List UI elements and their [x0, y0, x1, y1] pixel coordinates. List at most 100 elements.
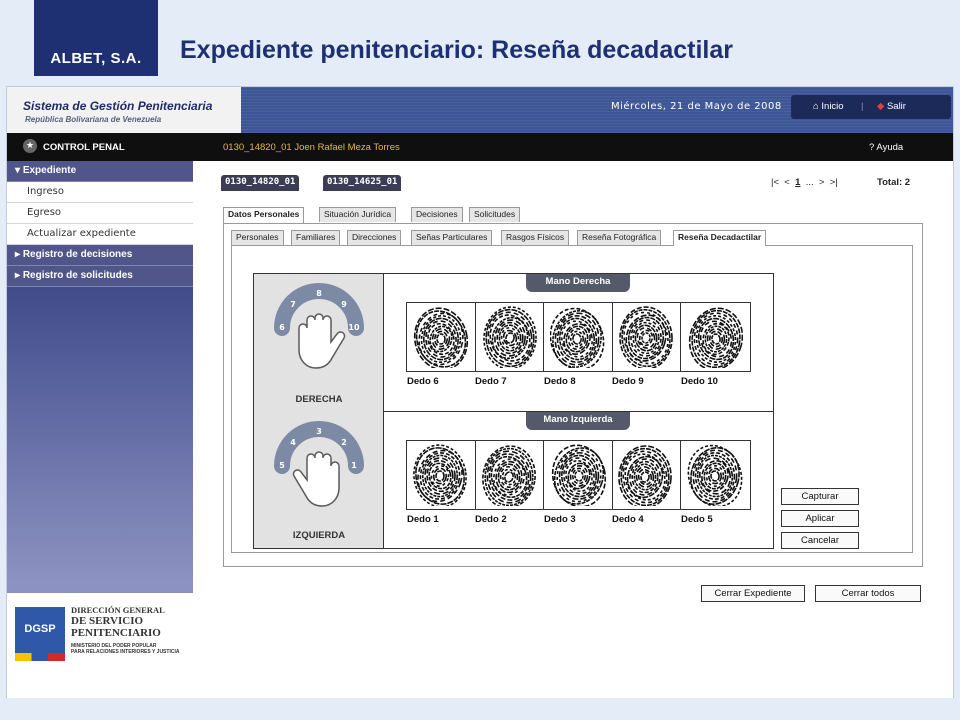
brand-logo: ALBET, S.A.: [34, 0, 158, 76]
subtab-rasgos-fisicos[interactable]: Rasgos Físicos: [501, 230, 570, 245]
sidebar: ▾ Expediente Ingreso Egreso Actualizar e…: [7, 161, 193, 699]
tab-datos-personales[interactable]: Datos Personales: [223, 207, 305, 223]
finger-number: 5: [279, 461, 285, 470]
tab-solicitudes[interactable]: Solicitudes: [469, 207, 521, 222]
finger-number: 6: [279, 323, 285, 332]
sidebar-item-actualizar[interactable]: Actualizar expediente: [7, 224, 193, 245]
subtab-resena-fotografica[interactable]: Reseña Fotográfica: [577, 230, 662, 245]
dgsp-line2: DE SERVICIO: [71, 615, 144, 627]
finger-label: Dedo 9: [612, 376, 644, 387]
dgsp-acronym: DGSP: [24, 623, 56, 635]
fingerprint-cell[interactable]: [407, 303, 476, 371]
subtab-personales[interactable]: Personales: [231, 230, 284, 245]
fingerprint-image: [549, 307, 605, 368]
fingerprint-cell[interactable]: [612, 303, 681, 371]
star-icon: ★: [23, 139, 37, 153]
finger-label: Dedo 6: [407, 376, 439, 387]
slide-footer: [6, 698, 954, 720]
pager-next[interactable]: >: [819, 177, 825, 188]
close-all-button[interactable]: Cerrar todos: [815, 585, 921, 602]
finger-label: Dedo 5: [681, 514, 713, 525]
fingerprint-cell[interactable]: [544, 303, 613, 371]
subtab-senas-particulares[interactable]: Señas Particulares: [411, 230, 493, 245]
tab-situacion-juridica[interactable]: Situación Jurídica: [319, 207, 397, 222]
cancel-button[interactable]: Cancelar: [781, 532, 859, 549]
dgsp-line3: PENITENCIARIO: [71, 627, 161, 639]
sidebar-section-solicitudes[interactable]: ▸ Registro de solicitudes: [7, 266, 193, 287]
finger-number: 9: [341, 300, 347, 309]
sidebar-item-egreso[interactable]: Egreso: [7, 203, 193, 224]
section-label: Registro de solicitudes: [22, 270, 133, 281]
chevron-right-icon: ▸: [15, 249, 21, 260]
exit-link[interactable]: ◆ Salir: [877, 101, 906, 112]
subtab-direcciones[interactable]: Direcciones: [347, 230, 402, 245]
right-hand-title: Mano Derecha: [526, 274, 630, 292]
case-tab-1[interactable]: 0130_14820_01: [221, 175, 300, 191]
home-link[interactable]: ⌂ Inicio: [813, 101, 844, 112]
finger-label: Dedo 1: [407, 514, 439, 525]
hand-column: 6 7 8 9 10 DERECHA 5 4 3 2 1 IZQUIERDA: [254, 274, 384, 548]
close-case-button[interactable]: Cerrar Expediente: [701, 585, 805, 602]
exit-label: Salir: [886, 101, 906, 112]
fingerprint-cell[interactable]: [681, 303, 750, 371]
right-print-strip: [406, 302, 751, 372]
fingerprint-image: [551, 444, 606, 506]
pager-page[interactable]: 1: [795, 177, 800, 188]
date-display: Miércoles, 21 de Mayo de 2008: [611, 101, 782, 112]
dgsp-line5: PARA RELACIONES INTERIORES Y JUSTICIA: [71, 649, 180, 655]
fingerprint-cell[interactable]: [544, 441, 613, 509]
finger-number: 1: [351, 461, 357, 470]
left-hand-title: Mano Izquierda: [526, 412, 630, 430]
capture-button[interactable]: Capturar: [781, 488, 859, 505]
case-header: 0130_14820_01 Joen Rafael Meza Torres: [223, 142, 400, 153]
fingerprint-image: [689, 307, 744, 368]
total-count: Total: 2: [877, 177, 911, 188]
finger-number: 2: [341, 438, 347, 447]
subtab-familiares[interactable]: Familiares: [291, 230, 341, 245]
home-icon: ⌂: [813, 101, 819, 112]
fingerprint-cell[interactable]: [475, 441, 544, 509]
sidebar-section-decisiones[interactable]: ▸ Registro de decisiones: [7, 245, 193, 266]
system-subtitle: República Bolivariana de Venezuela: [25, 115, 162, 124]
finger-number: 10: [348, 323, 360, 332]
left-hand-label: IZQUIERDA: [292, 530, 346, 541]
fingerprint-image: [687, 444, 743, 506]
apply-button[interactable]: Aplicar: [781, 510, 859, 527]
pager-first[interactable]: |<: [771, 177, 779, 188]
fingerprint-image: [618, 445, 673, 506]
tab-decisiones[interactable]: Decisiones: [411, 207, 463, 222]
help-link[interactable]: ? Ayuda: [869, 142, 903, 153]
fingerprint-cell[interactable]: [612, 441, 681, 509]
slide-title: Expediente penitenciario: Reseña decadac…: [180, 36, 733, 64]
sidebar-section-expediente[interactable]: ▾ Expediente: [7, 161, 193, 182]
fingerprint-image: [482, 445, 537, 506]
fingerprint-image: [413, 307, 468, 368]
flag-stripe: [15, 653, 65, 661]
fingerprint-image: [619, 306, 674, 368]
fingerprint-cell[interactable]: [681, 441, 750, 509]
fingerprint-table: 6 7 8 9 10 DERECHA 5 4 3 2 1 IZQUIERDA M…: [253, 273, 774, 549]
fingerprint-cell[interactable]: [407, 441, 476, 509]
help-icon: ?: [869, 142, 875, 153]
case-tab-2[interactable]: 0130_14625_01: [323, 175, 402, 191]
left-print-strip: [406, 440, 751, 510]
system-title: Sistema de Gestión Penitenciaria: [23, 99, 213, 113]
module-title: CONTROL PENAL: [43, 142, 125, 153]
dgsp-logo: DGSP DIRECCIÓN GENERAL DE SERVICIO PENIT…: [7, 593, 193, 699]
top-nav: ⌂ Inicio | ◆ Salir: [791, 95, 951, 119]
exit-icon: ◆: [877, 101, 885, 112]
subtab-resena-decadactilar[interactable]: Reseña Decadactilar: [673, 230, 767, 246]
right-hand-label: DERECHA: [295, 394, 343, 405]
fingerprint-cell[interactable]: [475, 303, 544, 371]
help-label: Ayuda: [876, 142, 904, 153]
pager-last[interactable]: >|: [830, 177, 838, 188]
pager-prev[interactable]: <: [784, 177, 790, 188]
right-hand-icon: 6 7 8 9 10: [274, 283, 364, 369]
pager: |< < 1 ... > >|: [771, 177, 838, 188]
finger-label: Dedo 10: [681, 376, 718, 387]
sidebar-item-ingreso[interactable]: Ingreso: [7, 182, 193, 203]
fingerprint-image: [483, 306, 538, 368]
nav-separator: |: [861, 101, 864, 112]
dgsp-emblem: DGSP: [15, 607, 65, 653]
system-logo: Sistema de Gestión Penitenciaria Repúbli…: [7, 87, 241, 133]
